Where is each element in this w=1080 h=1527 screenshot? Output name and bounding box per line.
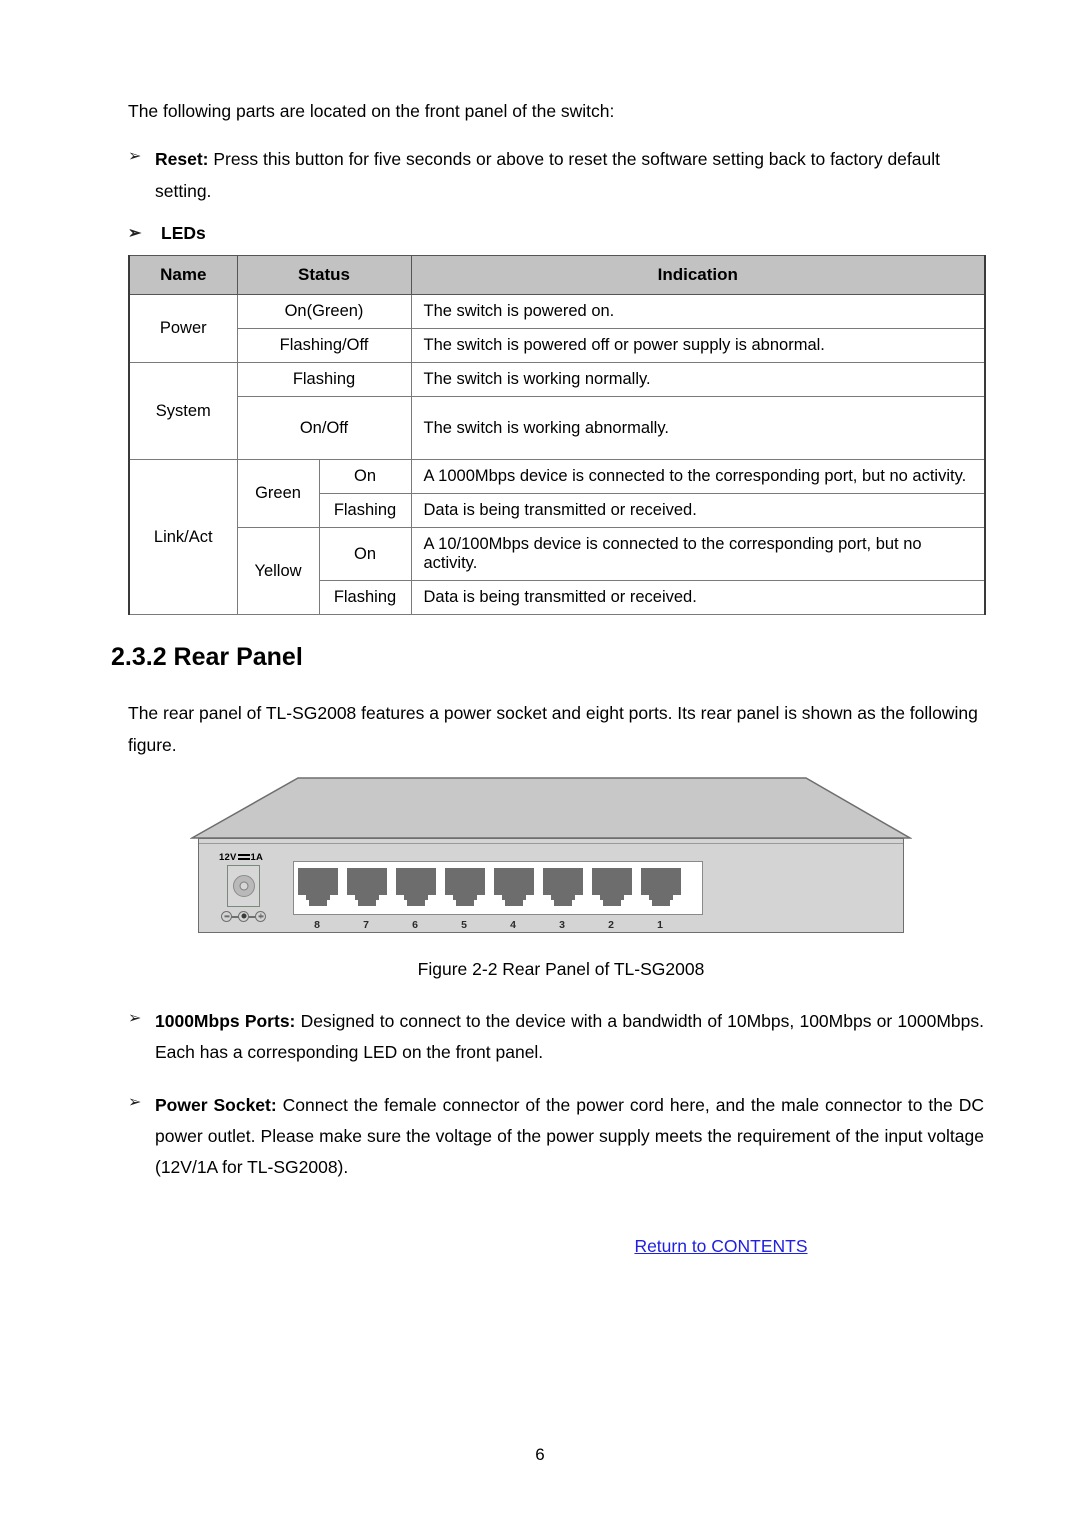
page-number: 6 [535,1445,545,1464]
document-page: The following parts are located on the f… [0,0,1080,1527]
header-indication: Indication [410,255,986,296]
cell-status: On/Off [236,396,412,461]
table-row: Yellow On A 10/100Mbps device is connect… [129,527,986,616]
rj45-port-icon [543,867,583,908]
return-to-contents[interactable]: Return to CONTENTS [128,1236,984,1257]
cell-name-system: System [128,362,238,461]
table-row: Power On(Green) The switch is powered on… [128,294,986,364]
power-rating-label: 12V 1A [219,852,263,863]
bullet-reset-label: Reset: [155,149,209,170]
table-header-row: Name Status Indication [128,255,986,296]
arrow-bullet-icon: ➢ [128,224,142,242]
header-status: Status [236,255,412,296]
polarity-negative-icon [221,910,232,922]
cell-status: On [318,459,412,495]
cell-indication: The switch is working normally. [410,362,986,398]
bullet-power-label: Power Socket: [155,1095,277,1116]
cell-color-green: Green [236,459,320,529]
page-content: The following parts are located on the f… [111,100,986,1257]
rj45-port-row [298,867,681,908]
cell-name-linkact: Link/Act [128,459,238,616]
bullet-leds-label: LEDs [161,222,206,243]
polarity-positive-icon [255,910,266,922]
port-number: 6 [412,918,418,931]
polarity-center-icon [238,910,249,922]
cell-indication: The switch is powered on. [410,294,986,330]
cell-status: On(Green) [236,294,412,330]
cell-status: Flashing [318,493,412,529]
section-paragraph: The rear panel of TL-SG2008 features a p… [128,703,978,756]
polarity-symbol-icon [221,910,267,923]
port-number: 3 [559,918,565,931]
cell-status: Flashing [318,580,412,616]
cell-color-yellow: Yellow [236,527,320,616]
port-number: 5 [461,918,467,931]
rj45-port-icon [494,867,534,908]
port-number: 1 [657,918,663,931]
figure-rear-panel: 12V 1A 8 7 6 5 4 3 2 1 [128,776,984,951]
section-heading: 2.3.2 Rear Panel [111,643,303,672]
rj45-port-icon [592,867,632,908]
cell-indication: A 1000Mbps device is connected to the co… [410,459,986,495]
port-number: 7 [363,918,369,931]
bullet-ports-label: 1000Mbps Ports: [155,1010,296,1031]
cell-status: Flashing [236,362,412,398]
cell-indication: Data is being transmitted or received. [410,493,986,529]
port-number: 4 [510,918,516,931]
port-number-labels: 8 7 6 5 4 3 2 1 [297,919,680,931]
table-row: Flashing/Off The switch is powered off o… [129,328,986,364]
cell-name-power: Power [128,294,238,364]
rj45-port-icon [641,867,681,908]
cell-indication: Data is being transmitted or received. [410,580,986,616]
bullet-reset-text: Press this button for five seconds or ab… [155,149,940,201]
rj45-port-icon [445,867,485,908]
psu-voltage: 12V [219,851,237,863]
intro-paragraph: The following parts are located on the f… [128,101,615,121]
switch-device-illustration: 12V 1A 8 7 6 5 4 3 2 1 [190,776,912,936]
rj45-port-icon [298,867,338,908]
led-status-table: Name Status Indication Power On(Green) T… [128,255,986,616]
cell-indication: The switch is powered off or power suppl… [410,328,986,364]
port-number: 2 [608,918,614,931]
dc-current-icon [237,853,250,861]
arrow-bullet-icon: ➢ [128,1009,142,1027]
arrow-bullet-icon: ➢ [128,148,142,166]
table-row: System Flashing The switch is working no… [128,362,986,461]
device-front-face: 12V 1A 8 7 6 5 4 3 2 1 [198,837,904,933]
rj45-port-icon [396,867,436,908]
power-socket-pin [239,881,248,891]
face-divider [199,842,903,844]
table-row: On/Off The switch is working abnormally. [129,396,986,461]
port-number: 8 [314,918,320,931]
table-row: Link/Act Green On A 1000Mbps device is c… [128,459,986,616]
rj45-port-icon [347,867,387,908]
device-top-surface-icon [190,777,912,839]
cell-status: On [318,527,412,582]
bullet-power-text: Connect the female connector of the powe… [155,1095,984,1178]
bullet-power-socket: ➢ Power Socket: Connect the female conne… [128,1090,984,1183]
psu-current: 1A [250,851,264,863]
bullet-1000mbps-ports: ➢ 1000Mbps Ports: Designed to connect to… [128,1006,984,1068]
cell-indication: A 10/100Mbps device is connected to the … [410,527,986,582]
bullet-reset: ➢ Reset: Press this button for five seco… [128,144,984,206]
arrow-bullet-icon: ➢ [128,1094,142,1112]
bullet-leds: ➢ LEDs [128,221,984,246]
ports-panel [293,860,703,915]
cell-status: Flashing/Off [236,328,412,364]
figure-caption: Figure 2-2 Rear Panel of TL-SG2008 [417,958,705,979]
header-name: Name [128,255,238,296]
cell-indication: The switch is working abnormally. [410,396,986,461]
return-to-contents-link[interactable]: Return to CONTENTS [634,1236,807,1256]
power-socket [227,864,260,907]
